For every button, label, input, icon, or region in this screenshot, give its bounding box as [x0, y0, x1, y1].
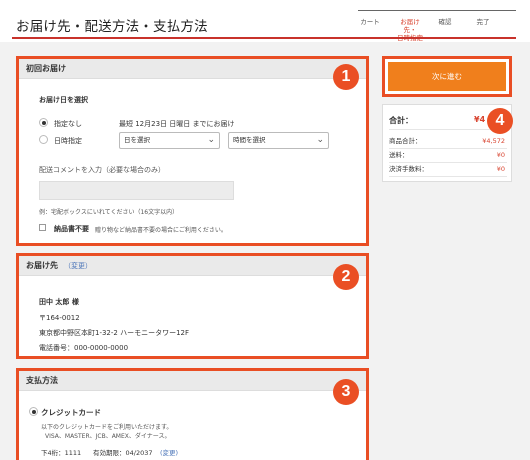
- comment-input[interactable]: [39, 181, 234, 200]
- comment-example: 例：宅配ボックスにいれてください（16文字以内）: [39, 209, 179, 216]
- step-confirm: 確認: [438, 18, 452, 26]
- no-receipt-checkbox[interactable]: [39, 224, 46, 231]
- address-title: お届け先 （変更）: [19, 256, 366, 276]
- no-preference-label: 指定なし: [54, 120, 82, 128]
- earliest-delivery-note: 最短 12月23日 日曜日 までにお届け: [119, 120, 235, 128]
- step-complete: 完了: [476, 18, 490, 26]
- next-button-frame: 次に進む: [382, 56, 512, 97]
- card-last4: 下4桁：1111: [41, 449, 82, 457]
- street-address: 東京都中野区本町1-32-2 ハーモニータワー12F: [39, 329, 190, 337]
- address-change-link[interactable]: （変更）: [64, 262, 92, 270]
- radio-credit-card[interactable]: [29, 407, 38, 416]
- day-select-value: 日を選択: [124, 136, 150, 144]
- subtotal-label: 商品合計：: [389, 137, 422, 145]
- radio-no-preference[interactable]: [39, 118, 48, 127]
- date-heading: お届け日を選択: [39, 96, 88, 104]
- first-delivery-title: 初回お届け: [19, 59, 366, 79]
- no-receipt-label: 納品書不要: [54, 225, 89, 233]
- no-receipt-note: 贈り物など納品書不要の場合にご利用ください。: [95, 227, 227, 234]
- step-badge-1: 1: [333, 64, 359, 90]
- shipping-label: 送料：: [389, 151, 409, 159]
- summary-row-shipping: 送料： ¥0: [389, 149, 507, 163]
- day-select[interactable]: 日を選択 ⌄: [119, 132, 220, 149]
- card-note-line1: 以下のクレジットカードをご利用いただけます。: [41, 424, 173, 431]
- time-select-value: 時間を選択: [233, 136, 266, 144]
- page-title: お届け先・配送方法・支払方法: [16, 19, 208, 35]
- total-value: ¥4: [474, 115, 486, 124]
- card-note-line2: VISA、MASTER、JCB、AMEX、ダイナース。: [45, 433, 171, 440]
- header-divider: [12, 37, 516, 39]
- total-label: 合計：: [389, 116, 413, 125]
- comment-label: 配送コメントを入力（必要な場合のみ）: [39, 166, 165, 174]
- chevron-down-icon: ⌄: [207, 135, 215, 145]
- step-badge-2: 2: [333, 264, 359, 290]
- step-badge-4: 4: [487, 108, 513, 134]
- payment-title: 支払方法: [19, 371, 366, 391]
- steps-divider: [358, 10, 516, 11]
- specify-datetime-label: 日時指定: [54, 137, 82, 145]
- time-select[interactable]: 時間を選択 ⌄: [228, 132, 329, 149]
- fee-label: 決済手数料：: [389, 165, 428, 173]
- chevron-down-icon: ⌄: [316, 135, 324, 145]
- subtotal-value: ¥4,572: [482, 137, 505, 145]
- payment-method-label: クレジットカード: [41, 408, 101, 417]
- postal-code: 〒164-0012: [39, 314, 80, 322]
- first-delivery-panel: 初回お届け お届け日を選択 指定なし 最短 12月23日 日曜日 までにお届け …: [16, 56, 369, 246]
- step-cart: カート: [360, 18, 380, 26]
- address-panel: お届け先 （変更） 田中 太郎 様 〒164-0012 東京都中野区本町1-32-…: [16, 253, 369, 359]
- card-expiry: 有効期限：04/2037: [93, 449, 153, 457]
- step-badge-3: 3: [333, 379, 359, 405]
- recipient-name: 田中 太郎 様: [39, 298, 79, 306]
- payment-panel: 支払方法 クレジットカード 以下のクレジットカードをご利用いただけます。 VIS…: [16, 368, 369, 460]
- radio-specify-datetime[interactable]: [39, 135, 48, 144]
- card-change-link[interactable]: (変更): [160, 447, 178, 457]
- address-title-text: お届け先: [26, 261, 58, 270]
- summary-row-subtotal: 商品合計： ¥4,572: [389, 135, 507, 149]
- page-header: お届け先・配送方法・支払方法 カート お届け先・日時指定 確認 完了: [0, 0, 530, 42]
- next-button[interactable]: 次に進む: [388, 62, 506, 91]
- fee-value: ¥0: [496, 165, 505, 173]
- summary-row-fee: 決済手数料： ¥0: [389, 163, 507, 177]
- progress-steps: カート お届け先・日時指定 確認 完了: [358, 10, 516, 42]
- shipping-value: ¥0: [496, 151, 505, 159]
- phone-number: 電話番号：000-0000-0000: [39, 344, 129, 352]
